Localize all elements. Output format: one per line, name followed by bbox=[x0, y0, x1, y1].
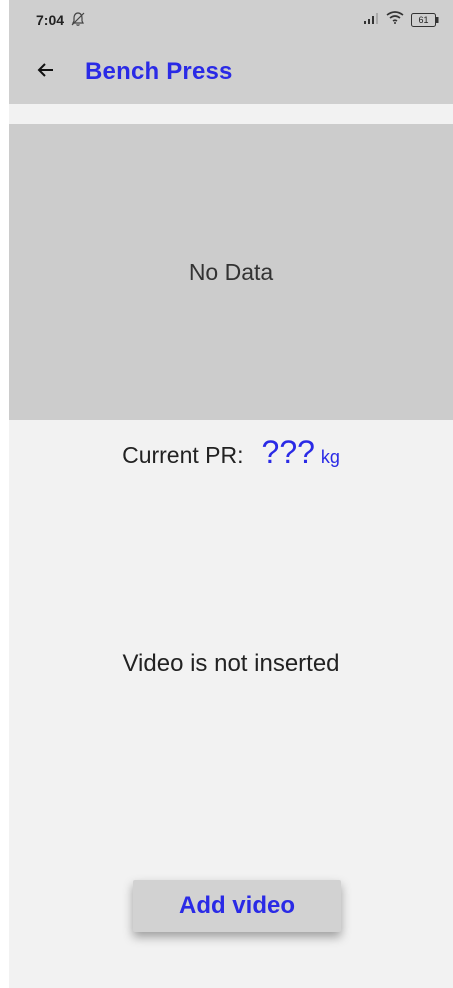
status-left: 7:04 bbox=[36, 11, 86, 30]
pr-chart: No Data bbox=[9, 124, 453, 420]
battery-level: 61 bbox=[418, 15, 429, 25]
add-video-button[interactable]: Add video bbox=[133, 880, 341, 932]
current-pr: Current PR: ??? kg bbox=[9, 434, 453, 474]
status-time: 7:04 bbox=[36, 12, 65, 28]
page-title: Bench Press bbox=[85, 58, 233, 85]
signal-icon bbox=[363, 11, 379, 29]
screen: 7:04 61 Bench Press No Data Current PR: … bbox=[9, 0, 453, 988]
current-pr-label: Current PR: bbox=[122, 442, 244, 468]
app-bar: Bench Press bbox=[9, 40, 453, 104]
arrow-left-icon bbox=[36, 60, 56, 85]
battery-icon: 61 bbox=[411, 13, 439, 27]
current-pr-unit: kg bbox=[320, 447, 340, 467]
current-pr-value: ??? bbox=[261, 434, 315, 470]
chart-empty-text: No Data bbox=[188, 258, 274, 285]
status-bar: 7:04 61 bbox=[9, 0, 453, 40]
video-status-text: Video is not inserted bbox=[122, 650, 340, 677]
status-right: 61 bbox=[363, 11, 439, 29]
notifications-off-icon bbox=[70, 11, 86, 30]
wifi-icon bbox=[386, 11, 404, 29]
back-button[interactable] bbox=[26, 52, 66, 92]
